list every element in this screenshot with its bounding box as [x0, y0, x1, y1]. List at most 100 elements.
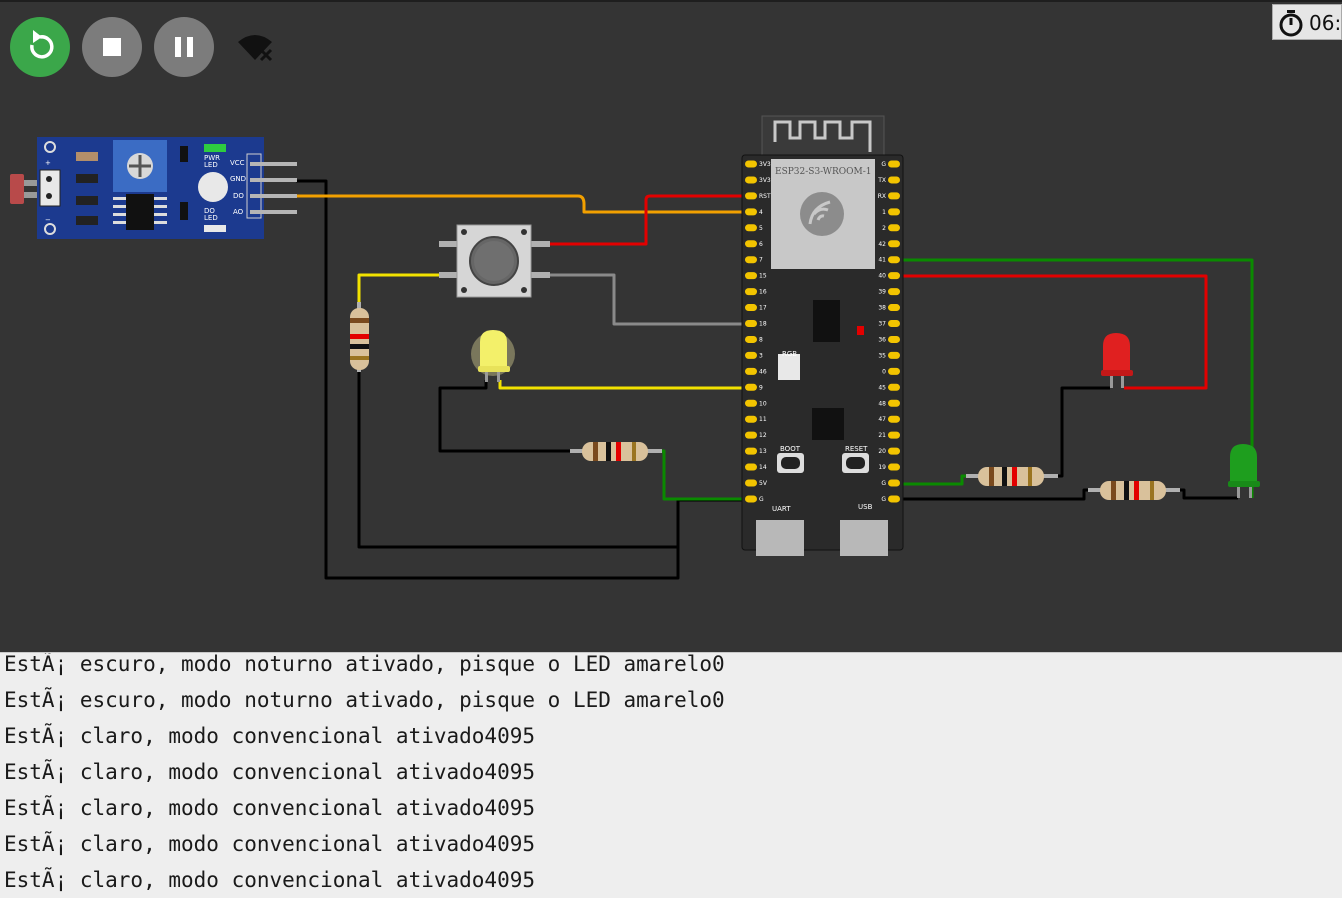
pin-left-3v3[interactable]: [745, 160, 757, 168]
pin-label: 3: [759, 352, 763, 359]
pin-label-do: DO: [233, 192, 244, 200]
pin-left-12[interactable]: [745, 431, 757, 439]
pin-left-15[interactable]: [745, 272, 757, 280]
wire-g-resistor-right-2: [894, 488, 1100, 501]
pin-right-0[interactable]: [888, 367, 900, 375]
pin-left-16[interactable]: [745, 288, 757, 296]
module-name: ESP32-S3-WROOM-1: [775, 167, 872, 177]
wire-red-led: [894, 274, 1208, 390]
led-green: [1228, 444, 1260, 498]
pin-label: 5: [759, 225, 763, 232]
pin-right-45[interactable]: [888, 383, 900, 391]
timer-text: 06:: [1309, 11, 1342, 35]
pin-label: RST: [759, 193, 771, 200]
pin-left-11[interactable]: [745, 415, 757, 423]
pin-left-4[interactable]: [745, 208, 757, 216]
pin-left-rst[interactable]: [745, 192, 757, 200]
pin-right-rx[interactable]: [888, 192, 900, 200]
pin-right-g[interactable]: [888, 479, 900, 487]
light-sensor-module: + − PWR LED DO LED VCC GND DO AO: [10, 137, 297, 239]
pin-left-8[interactable]: [745, 335, 757, 343]
console-line: EstÃ¡ claro, modo convencional ativado40…: [4, 796, 536, 820]
pin-left-13[interactable]: [745, 447, 757, 455]
console-line: EstÃ¡ escuro, modo noturno ativado, pisq…: [4, 652, 725, 676]
pin-right-2[interactable]: [888, 224, 900, 232]
pin-left-9[interactable]: [745, 383, 757, 391]
pin-left-18[interactable]: [745, 320, 757, 327]
pin-label: 35: [878, 352, 886, 359]
pin-right-36[interactable]: [888, 335, 900, 343]
pin-right-41[interactable]: [888, 256, 900, 264]
pin-left-6[interactable]: [745, 240, 757, 248]
wifi-off-icon: [238, 35, 273, 62]
push-button[interactable]: [439, 224, 550, 298]
pin-right-47[interactable]: [888, 415, 900, 423]
plus-label: +: [45, 159, 51, 167]
pin-label: G: [759, 496, 764, 503]
pin-right-39[interactable]: [888, 288, 900, 296]
wire-do-signal: [296, 194, 752, 214]
pin-right-38[interactable]: [888, 304, 900, 312]
resistor-yellow-led: [570, 442, 662, 461]
pin-right-37[interactable]: [888, 320, 900, 327]
pin-left-3v3[interactable]: [745, 176, 757, 184]
pin-right-g[interactable]: [888, 495, 900, 503]
pin-label: 1: [882, 209, 886, 216]
simulation-canvas: + − PWR LED DO LED VCC GND DO AO ESP32-S…: [0, 0, 1342, 652]
wire-green-led: [894, 258, 1254, 498]
pin-right-35[interactable]: [888, 351, 900, 359]
pin-right-g[interactable]: [888, 160, 900, 168]
restart-button[interactable]: [10, 17, 70, 77]
svg-text:LED: LED: [204, 214, 218, 222]
pin-right-21[interactable]: [888, 431, 900, 439]
pin-left-10[interactable]: [745, 399, 757, 407]
pin-right-48[interactable]: [888, 399, 900, 407]
pin-right-1[interactable]: [888, 208, 900, 216]
rgb-label: RGB: [782, 350, 797, 358]
console-line: EstÃ¡ claro, modo convencional ativado40…: [4, 760, 536, 784]
pin-left-14[interactable]: [745, 463, 757, 471]
pin-label: 42: [878, 241, 886, 248]
pin-left-5[interactable]: [745, 224, 757, 232]
pin-label-vcc: VCC: [230, 159, 245, 167]
minus-label: −: [45, 216, 51, 224]
pin-label: G: [881, 480, 886, 487]
pin-right-20[interactable]: [888, 447, 900, 455]
pin-left-46[interactable]: [745, 367, 757, 375]
pin-label: 14: [759, 464, 767, 471]
pin-left-7[interactable]: [745, 256, 757, 264]
pin-label: 9: [759, 384, 763, 391]
pin-label: 16: [759, 289, 767, 296]
pin-right-40[interactable]: [888, 272, 900, 280]
reset-label: RESET: [845, 445, 868, 453]
uart-label: UART: [772, 505, 791, 513]
circuit-diagram: + − PWR LED DO LED VCC GND DO AO ESP32-S…: [10, 115, 1260, 580]
pin-label: RX: [878, 193, 886, 200]
pause-button[interactable]: [154, 17, 214, 77]
pin-label: G: [881, 496, 886, 503]
serial-monitor[interactable]: EstÃ¡ escuro, modo noturno ativado, pisq…: [0, 652, 1342, 898]
resistor-green-led: [1088, 481, 1180, 500]
pin-label: 13: [759, 448, 767, 455]
usb-label: USB: [858, 503, 873, 511]
resistor-vertical: [350, 302, 369, 372]
stopwatch-icon: [1279, 10, 1303, 37]
led-red: [1101, 333, 1133, 388]
pin-right-tx[interactable]: [888, 176, 900, 184]
pin-left-3[interactable]: [745, 351, 757, 359]
stop-button[interactable]: [82, 17, 142, 77]
pin-left-17[interactable]: [745, 304, 757, 312]
pin-label: 6: [759, 241, 763, 248]
pin-label: 19: [878, 464, 886, 471]
pin-label: 40: [878, 273, 886, 280]
pin-left-g[interactable]: [745, 495, 757, 503]
pin-label: 0: [882, 368, 886, 375]
esp32-s3-board: ESP32-S3-WROOM-1 RGB BOOT RESET UART USB…: [741, 115, 904, 556]
wire-button-resistor: [357, 273, 443, 308]
pin-right-42[interactable]: [888, 240, 900, 248]
pin-label: 38: [878, 305, 886, 312]
pin-left-5v[interactable]: [745, 479, 757, 487]
restart-icon: [30, 30, 54, 59]
pin-label: 2: [882, 225, 886, 232]
pin-right-19[interactable]: [888, 463, 900, 471]
